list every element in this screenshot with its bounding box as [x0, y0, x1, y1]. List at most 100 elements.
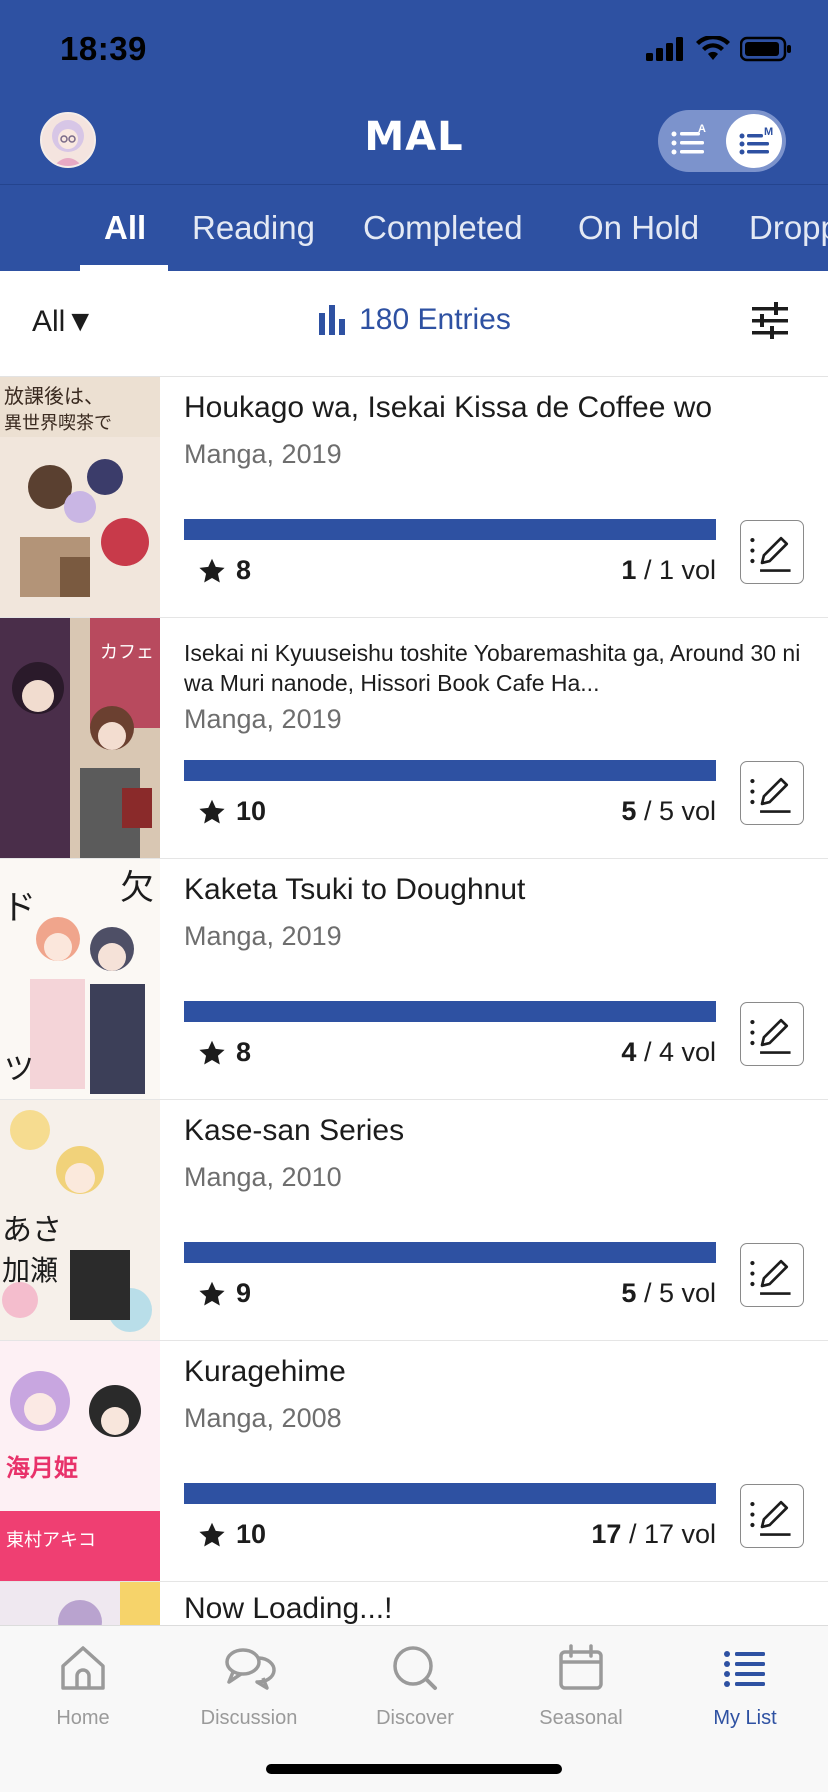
progress-bar: [184, 760, 716, 781]
score-value: 8: [236, 555, 252, 585]
tabbar-label: Discover: [376, 1707, 454, 1729]
svg-text:あさ: あさ: [2, 1213, 62, 1248]
edit-list-icon: [750, 777, 791, 813]
score-value: 8: [236, 1037, 252, 1067]
tabbar-home[interactable]: Home: [0, 1640, 166, 1730]
score-value: 9: [236, 1278, 252, 1308]
status-time: 18:39: [60, 30, 147, 67]
edit-button[interactable]: [740, 1243, 804, 1307]
item-score: 10: [198, 1519, 266, 1550]
entries-label: 180 Entries: [359, 303, 511, 336]
volumes-total: / 4 vol: [643, 1037, 716, 1067]
cover-image[interactable]: ド 欠 ツ: [0, 859, 160, 1099]
item-meta: Manga, 2019: [184, 439, 342, 469]
loading-text: Now Loading...!: [184, 1592, 393, 1625]
list-item[interactable]: 放課後は、 異世界喫茶で Houkago wa, Isekai Kissa de…: [0, 377, 828, 618]
tabbar-my-list[interactable]: My List: [662, 1640, 828, 1730]
volumes-total: / 5 vol: [643, 1278, 716, 1308]
edit-list-icon: [750, 1018, 791, 1054]
svg-text:東村アキコ: 東村アキコ: [6, 1530, 96, 1551]
tab-all[interactable]: All: [104, 185, 146, 271]
item-title[interactable]: Kaketa Tsuki to Doughnut: [184, 873, 804, 907]
volumes-read: 5: [621, 1278, 637, 1308]
item-title[interactable]: Houkago wa, Isekai Kissa de Coffee wo: [184, 391, 804, 425]
status-tabs: All Reading Completed On Hold Dropp: [0, 185, 828, 271]
volumes-total: / 1 vol: [643, 555, 716, 585]
item-meta: Manga, 2010: [184, 1162, 342, 1192]
volume-progress: 4 / 4 vol: [621, 1037, 716, 1068]
svg-text:ド: ド: [2, 888, 36, 928]
item-score: 8: [198, 1037, 251, 1068]
item-title[interactable]: Isekai ni Kyuuseishu toshite Yobaremashi…: [184, 638, 804, 698]
home-icon: [61, 1646, 105, 1690]
list-view-m-icon: M: [739, 126, 773, 155]
wifi-icon: [696, 36, 730, 60]
battery-icon: [740, 36, 791, 62]
list-item[interactable]: カフェ Isekai ni Kyuuseishu toshite Yobarem…: [0, 618, 828, 859]
edit-button[interactable]: [740, 1484, 804, 1548]
svg-text:カフェ: カフェ: [100, 642, 154, 663]
progress-bar: [184, 1001, 716, 1022]
volumes-read: 4: [621, 1037, 637, 1067]
list-item[interactable]: 海月姫 東村アキコ Kuragehime Manga, 2008 10 17 /…: [0, 1341, 828, 1582]
progress-bar: [184, 1483, 716, 1504]
cover-image[interactable]: 放課後は、 異世界喫茶で: [0, 377, 160, 617]
cover-image[interactable]: 海月姫 東村アキコ: [0, 1341, 160, 1581]
list-view-a-icon[interactable]: A: [670, 122, 710, 160]
discussion-icon: [225, 1648, 276, 1690]
star-icon: [199, 1281, 225, 1306]
tabbar-discussion[interactable]: Discussion: [166, 1640, 332, 1730]
calendar-icon: [559, 1644, 603, 1690]
volumes-read: 17: [591, 1519, 622, 1549]
tab-reading[interactable]: Reading: [192, 185, 315, 271]
tabbar-discover[interactable]: Discover: [332, 1640, 498, 1730]
list-item[interactable]: ド 欠 ツ Kaketa Tsuki to Doughnut Manga, 20…: [0, 859, 828, 1100]
cover-image[interactable]: カフェ: [0, 618, 160, 858]
signal-icon: [646, 37, 683, 61]
edit-list-icon: [750, 1259, 791, 1295]
edit-button[interactable]: [740, 761, 804, 825]
star-icon: [199, 558, 225, 583]
list-item[interactable]: あさ 加瀬 Kase-san Series Manga, 2010 9 5 / …: [0, 1100, 828, 1341]
item-score: 8: [198, 555, 251, 586]
sliders-icon[interactable]: [750, 301, 790, 341]
item-score: 10: [198, 796, 266, 827]
status-icons: [646, 36, 792, 62]
svg-text:M: M: [764, 126, 773, 138]
status-bar: 18:39: [0, 0, 828, 100]
cover-image[interactable]: あさ 加瀬: [0, 1100, 160, 1340]
item-meta: Manga, 2019: [184, 704, 342, 734]
tab-on-hold[interactable]: On Hold: [578, 185, 699, 271]
volume-progress: 1 / 1 vol: [621, 555, 716, 586]
progress-bar: [184, 1242, 716, 1263]
volume-progress: 5 / 5 vol: [621, 1278, 716, 1309]
svg-text:放課後は、: 放課後は、: [4, 384, 104, 408]
progress-bar: [184, 519, 716, 540]
score-value: 10: [236, 796, 267, 826]
tabbar-label: My List: [713, 1707, 777, 1729]
star-icon: [199, 1522, 225, 1547]
tabbar-label: Discussion: [200, 1707, 298, 1729]
tab-dropped[interactable]: Dropp: [749, 185, 828, 271]
app-header: 18:39 MAL A M All Reading Completed On H…: [0, 0, 828, 271]
volumes-read: 5: [621, 796, 637, 826]
item-title[interactable]: Kuragehime: [184, 1355, 804, 1389]
item-score: 9: [198, 1278, 251, 1309]
list-icon: [724, 1651, 765, 1687]
edit-list-icon: [750, 536, 791, 572]
item-meta: Manga, 2019: [184, 921, 342, 951]
entries-count[interactable]: 180 Entries: [0, 303, 828, 343]
svg-text:異世界喫茶で: 異世界喫茶で: [4, 413, 112, 434]
edit-button[interactable]: [740, 1002, 804, 1066]
tabbar-seasonal[interactable]: Seasonal: [498, 1640, 664, 1730]
tab-completed[interactable]: Completed: [363, 185, 523, 271]
list-view-toggle[interactable]: A M: [658, 110, 786, 172]
edit-button[interactable]: [740, 520, 804, 584]
stats-icon: [319, 305, 346, 335]
list-view-m-button[interactable]: M: [726, 114, 782, 168]
search-icon: [393, 1646, 437, 1690]
nav-row: MAL A M: [0, 100, 828, 184]
svg-text:ツ: ツ: [4, 1052, 34, 1087]
item-title[interactable]: Kase-san Series: [184, 1114, 804, 1148]
svg-text:A: A: [698, 123, 706, 135]
